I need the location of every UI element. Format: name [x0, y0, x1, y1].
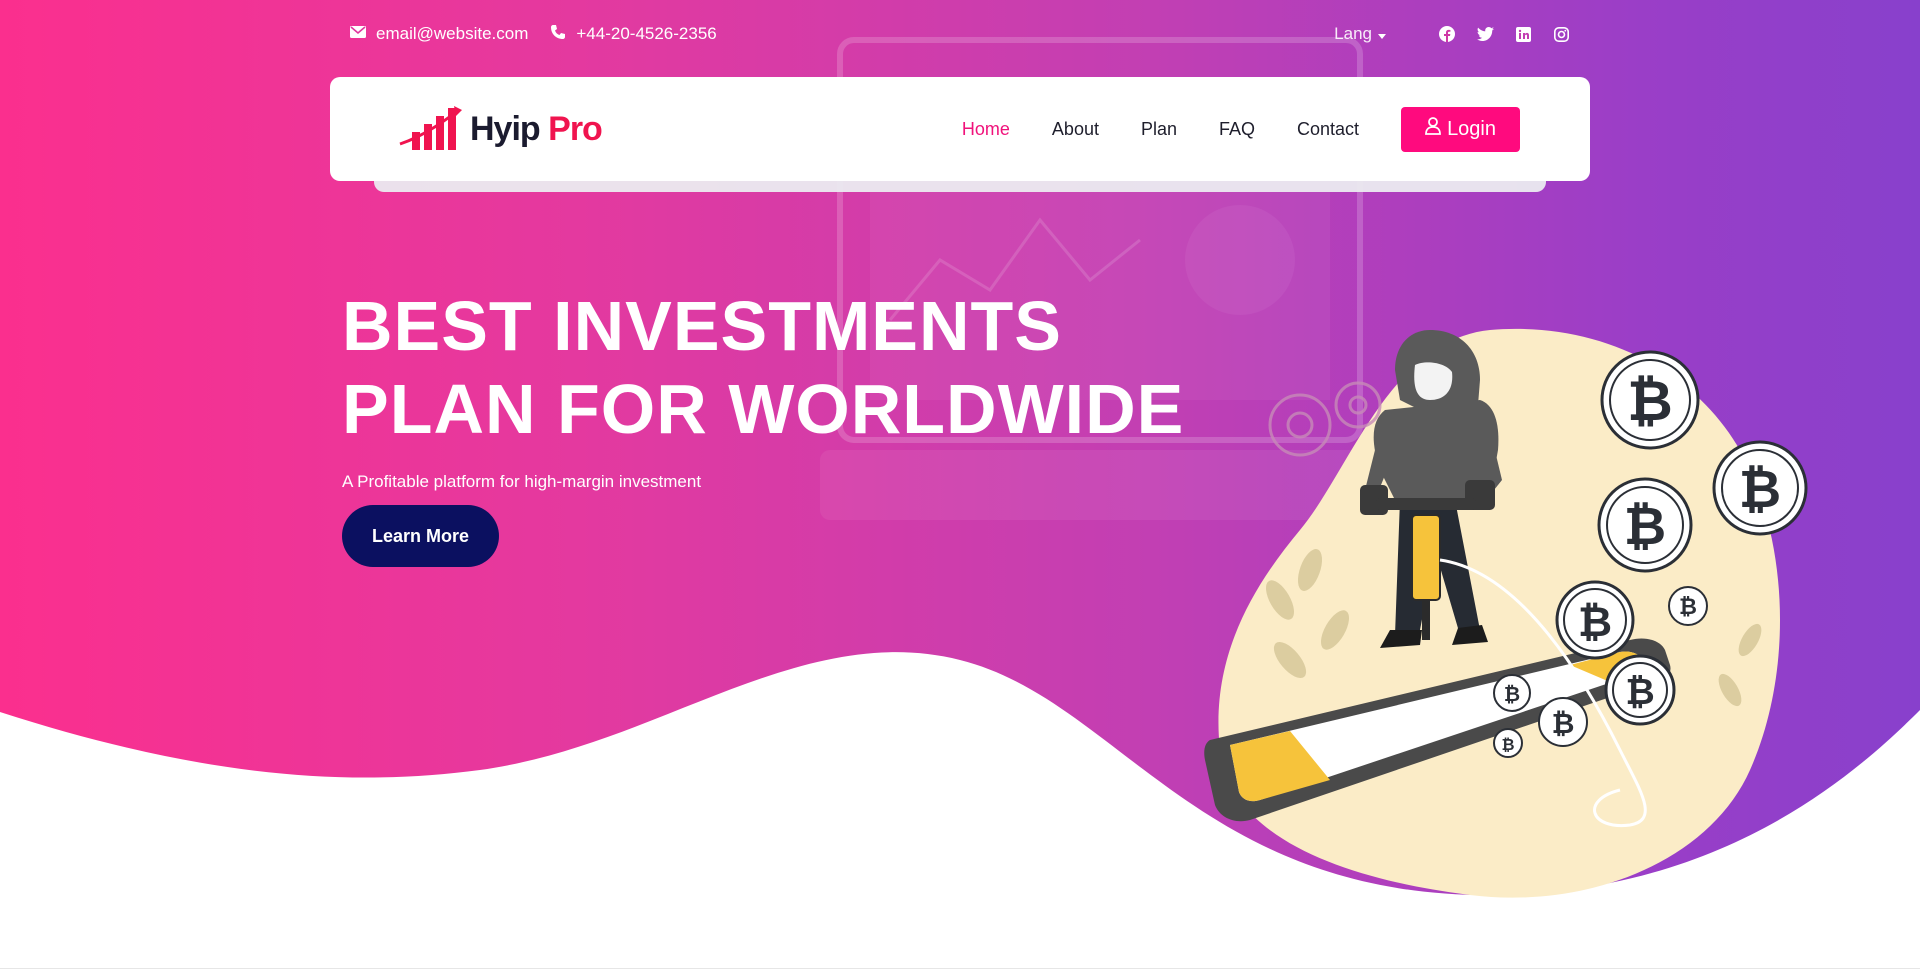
top-bar: email@website.com +44-20-4526-2356 Lang [350, 20, 1570, 48]
main-menu: Home About Plan FAQ Contact Login [962, 106, 1520, 152]
hero-subtitle: A Profitable platform for high-margin in… [342, 472, 702, 491]
chart-logo-icon [399, 106, 462, 150]
navbar-wrapper: Hyip Pro Home About Plan FAQ Contact Log… [330, 77, 1590, 192]
brand-name-part2: Pro [548, 109, 603, 148]
phone-text: +44-20-4526-2356 [576, 24, 717, 43]
svg-text:₿: ₿ [1624, 497, 1666, 557]
nav-item-plan[interactable]: Plan [1141, 119, 1177, 140]
learn-more-button[interactable]: Learn More [342, 505, 499, 567]
nav-item-contact[interactable]: Contact [1297, 119, 1359, 140]
language-dropdown[interactable]: Lang [1334, 24, 1386, 44]
social-links [1438, 25, 1570, 43]
login-label: Login [1447, 117, 1496, 140]
brand-logo[interactable]: Hyip Pro [398, 104, 603, 154]
svg-text:₿: ₿ [1739, 460, 1781, 520]
brand-name: Hyip Pro [470, 109, 603, 149]
linkedin-icon[interactable] [1514, 25, 1532, 43]
email-text: email@website.com [376, 24, 529, 43]
hero-title-line1: BEST INVESTMENTS [342, 287, 1062, 365]
section-divider [0, 968, 1920, 969]
hero-title: BEST INVESTMENTS PLAN FOR WORLDWIDE [342, 285, 1184, 451]
svg-text:₿: ₿ [1679, 595, 1697, 620]
svg-text:₿: ₿ [1625, 672, 1654, 713]
nav-item-faq[interactable]: FAQ [1219, 119, 1255, 140]
user-icon [1425, 117, 1441, 141]
nav-item-about[interactable]: About [1052, 119, 1099, 140]
email-contact[interactable]: email@website.com [350, 24, 528, 44]
bitcoin-coin: ₿ [1600, 350, 1700, 450]
facebook-icon[interactable] [1438, 25, 1456, 43]
svg-text:₿: ₿ [1504, 682, 1520, 706]
svg-text:₿: ₿ [1501, 735, 1514, 754]
instagram-icon[interactable] [1552, 25, 1570, 43]
login-button[interactable]: Login [1401, 106, 1520, 152]
navbar: Hyip Pro Home About Plan FAQ Contact Log… [330, 77, 1590, 181]
svg-text:₿: ₿ [1578, 597, 1612, 646]
caret-down-icon [1378, 24, 1386, 44]
language-label: Lang [1334, 24, 1372, 43]
twitter-icon[interactable] [1476, 25, 1494, 43]
svg-text:₿: ₿ [1627, 369, 1673, 434]
phone-icon [550, 24, 566, 45]
svg-text:₿: ₿ [1552, 707, 1575, 740]
envelope-icon [350, 24, 366, 44]
nav-item-home[interactable]: Home [962, 119, 1010, 140]
hero-title-line2: PLAN FOR WORLDWIDE [342, 370, 1185, 448]
phone-contact[interactable]: +44-20-4526-2356 [550, 24, 717, 45]
bitcoin-mining-illustration: ₿ ₿ ₿ ₿ ₿ ₿ ₿ ₿ ₿ [1204, 328, 1808, 898]
brand-name-part1: Hyip [470, 109, 541, 148]
hero-section: email@website.com +44-20-4526-2356 Lang [0, 0, 1920, 970]
